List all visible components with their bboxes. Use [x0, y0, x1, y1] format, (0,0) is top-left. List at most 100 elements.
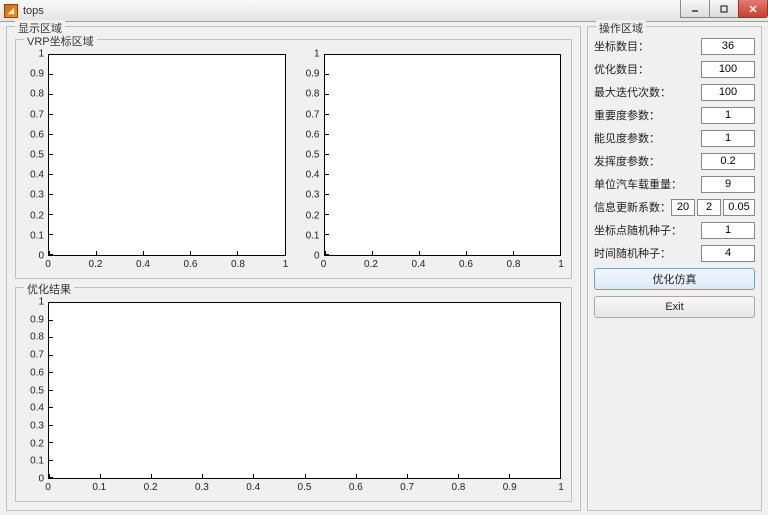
y-tick-label: 0.4 — [30, 403, 44, 414]
y-tick-label: 0.7 — [30, 350, 44, 361]
x-tick-label: 0.2 — [364, 259, 378, 270]
x-tick-label: 1 — [283, 259, 289, 270]
y-tick-label: 0 — [314, 251, 320, 262]
y-tick-label: 0 — [38, 251, 44, 262]
x-tick-label: 0.1 — [92, 482, 106, 493]
param-label: 信息更新系数： — [594, 199, 671, 215]
param-row: 时间随机种子： — [594, 244, 755, 262]
param-row: 坐标点随机种子： — [594, 221, 755, 239]
x-tick-label: 0.2 — [89, 259, 103, 270]
param-input[interactable] — [701, 222, 755, 239]
param-input[interactable] — [701, 84, 755, 101]
x-tick-label: 0 — [45, 259, 51, 270]
app-icon: ◢ — [4, 4, 18, 18]
y-tick-label: 0.4 — [30, 170, 44, 181]
param-input[interactable] — [701, 130, 755, 147]
x-tick-label: 1 — [558, 482, 564, 493]
x-tick-label: 0.7 — [400, 482, 414, 493]
param-input[interactable] — [701, 153, 755, 170]
x-tick-label: 0.6 — [184, 259, 198, 270]
window-buttons — [681, 0, 768, 18]
param-row: 发挥度参数： — [594, 152, 755, 170]
x-tick-label: 0.6 — [349, 482, 363, 493]
param-label: 发挥度参数： — [594, 153, 660, 169]
x-tick-label: 0.8 — [507, 259, 521, 270]
plot-area — [48, 54, 286, 256]
y-tick-label: 0.7 — [30, 109, 44, 120]
param-row: 最大迭代次数： — [594, 83, 755, 101]
x-tick-label: 0.6 — [459, 259, 473, 270]
opt-result-legend: 优化结果 — [24, 281, 74, 297]
param-label: 能见度参数： — [594, 130, 660, 146]
y-tick-label: 0.6 — [30, 129, 44, 140]
y-tick-label: 0.2 — [30, 438, 44, 449]
maximize-button[interactable] — [709, 0, 739, 18]
param-input[interactable] — [701, 61, 755, 78]
x-tick-label: 0.4 — [136, 259, 150, 270]
y-tick-label: 0.3 — [30, 420, 44, 431]
simulate-button[interactable]: 优化仿真 — [594, 268, 755, 290]
y-tick-label: 0.1 — [306, 230, 320, 241]
param-input[interactable] — [701, 245, 755, 262]
y-tick-label: 0.5 — [30, 385, 44, 396]
param-row: 坐标数目： — [594, 37, 755, 55]
minimize-button[interactable] — [680, 0, 710, 18]
param-label: 坐标点随机种子： — [594, 222, 682, 238]
x-tick-label: 0.9 — [503, 482, 517, 493]
opt-result-panel: 优化结果 00.10.20.30.40.50.60.70.80.91 00.10… — [15, 287, 572, 502]
y-tick-label: 0.2 — [30, 210, 44, 221]
x-tick-label: 0.3 — [195, 482, 209, 493]
window-titlebar: ◢ tops — [0, 0, 768, 22]
y-tick-label: 0.6 — [30, 367, 44, 378]
vrp-legend: VRP坐标区域 — [24, 33, 97, 49]
param-row: 重要度参数： — [594, 106, 755, 124]
y-tick-label: 0.9 — [30, 314, 44, 325]
plot-area — [48, 302, 561, 479]
x-tick-label: 0.4 — [246, 482, 260, 493]
y-tick-label: 1 — [38, 297, 44, 308]
param-input[interactable] — [723, 199, 755, 216]
param-row: 能见度参数： — [594, 129, 755, 147]
y-tick-label: 0 — [38, 474, 44, 485]
x-tick-label: 0.2 — [144, 482, 158, 493]
close-button[interactable] — [738, 0, 768, 18]
y-tick-label: 0.9 — [306, 69, 320, 80]
param-input[interactable] — [671, 199, 695, 216]
x-tick-label: 0.8 — [231, 259, 245, 270]
window-title: tops — [23, 5, 44, 17]
y-tick-label: 0.7 — [306, 109, 320, 120]
x-tick-label: 0.5 — [298, 482, 312, 493]
x-tick-label: 0 — [45, 482, 51, 493]
y-tick-label: 0.6 — [306, 129, 320, 140]
display-area-panel: 显示区域 VRP坐标区域 00.10.20.30.40.50.60.70.80.… — [6, 26, 581, 511]
param-input[interactable] — [701, 107, 755, 124]
param-label: 单位汽车载重量： — [594, 176, 682, 192]
param-label: 优化数目： — [594, 61, 649, 77]
y-tick-label: 0.3 — [306, 190, 320, 201]
exit-button[interactable]: Exit — [594, 296, 755, 318]
y-tick-label: 1 — [38, 49, 44, 60]
param-input[interactable] — [701, 38, 755, 55]
param-input[interactable] — [697, 199, 721, 216]
chart-vrp-left: 00.10.20.30.40.50.60.70.80.91 00.20.40.6… — [20, 50, 292, 274]
param-label: 重要度参数： — [594, 107, 660, 123]
param-row: 单位汽车载重量： — [594, 175, 755, 193]
vrp-panel: VRP坐标区域 00.10.20.30.40.50.60.70.80.91 00… — [15, 39, 572, 279]
param-label: 最大迭代次数： — [594, 84, 671, 100]
x-tick-label: 1 — [558, 259, 564, 270]
x-tick-label: 0.8 — [451, 482, 465, 493]
chart-vrp-right: 00.10.20.30.40.50.60.70.80.91 00.20.40.6… — [296, 50, 568, 274]
y-tick-label: 0.8 — [306, 89, 320, 100]
x-tick-label: 0.4 — [412, 259, 426, 270]
param-label: 时间随机种子： — [594, 245, 671, 261]
param-row: 信息更新系数： — [594, 198, 755, 216]
y-tick-label: 0.3 — [30, 190, 44, 201]
chart-opt-result: 0 0.1 0.2 0.3 0.4 0.5 0.6 0.7 0.8 0.9 1 0 0.1 0.2 0.3… — [20, 298, 567, 497]
param-input[interactable] — [701, 176, 755, 193]
control-area-panel: 操作区域 坐标数目：优化数目：最大迭代次数：重要度参数：能见度参数：发挥度参数：… — [587, 26, 762, 511]
y-tick-label: 0.4 — [306, 170, 320, 181]
y-tick-label: 0.8 — [30, 89, 44, 100]
control-area-legend: 操作区域 — [596, 20, 646, 36]
y-tick-label: 0.1 — [30, 456, 44, 467]
y-tick-label: 0.1 — [30, 230, 44, 241]
